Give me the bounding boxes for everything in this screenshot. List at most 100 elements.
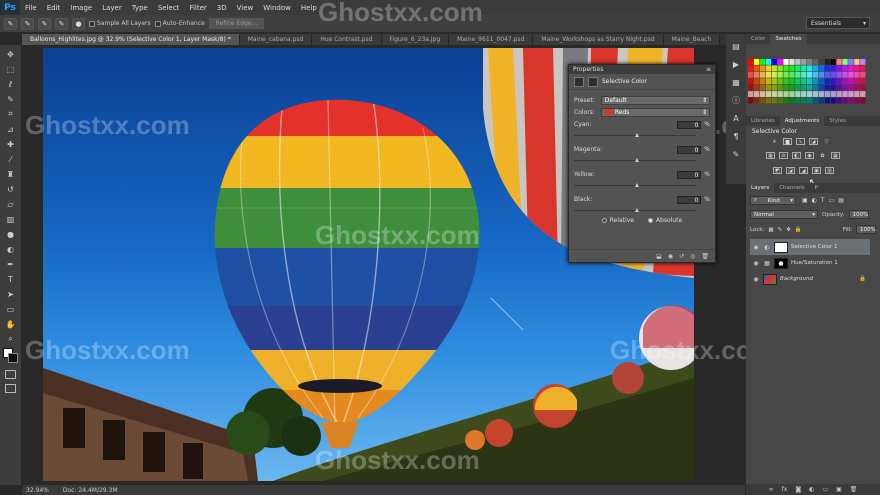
shape-tool-icon[interactable]: ▭ <box>4 303 18 315</box>
actions-icon[interactable]: ▶ <box>729 58 743 70</box>
color-swatch[interactable] <box>848 78 854 85</box>
color-swatch[interactable] <box>812 59 819 65</box>
color-lookup-icon[interactable]: ▦ <box>831 152 840 159</box>
color-swatch[interactable] <box>854 84 860 91</box>
preset-select[interactable]: Default ⇕ <box>600 95 710 105</box>
black-slider-thumb[interactable] <box>635 208 639 212</box>
color-swatch[interactable] <box>748 59 754 65</box>
posterize-icon[interactable]: ◪ <box>786 167 795 174</box>
layer-row-background[interactable]: ◉ Background 🔒 <box>750 271 870 287</box>
colors-select[interactable]: Reds ⇕ <box>600 107 710 117</box>
fill-input[interactable]: 100% <box>856 225 876 234</box>
quick-selection-preset-icon[interactable]: ✎ <box>4 17 17 30</box>
adjustment-filter-icon[interactable]: ◐ <box>812 197 817 204</box>
color-swatch[interactable] <box>801 91 807 97</box>
layer-style-icon[interactable]: fx <box>782 486 788 493</box>
color-swatch[interactable] <box>812 91 819 97</box>
color-swatch[interactable] <box>789 78 795 85</box>
menu-type[interactable]: Type <box>127 4 153 12</box>
color-swatch[interactable] <box>824 59 830 65</box>
color-swatch[interactable] <box>818 65 825 72</box>
add-mask-icon[interactable]: ◙ <box>795 486 801 493</box>
color-swatch[interactable] <box>759 91 766 97</box>
color-swatch[interactable] <box>765 59 771 65</box>
pen-tool-icon[interactable]: ✒ <box>4 258 18 270</box>
color-swatch[interactable] <box>759 97 766 104</box>
color-swatch[interactable] <box>771 78 777 85</box>
color-swatch[interactable] <box>789 91 795 97</box>
hand-tool-icon[interactable]: ✋ <box>4 318 18 330</box>
shape-filter-icon[interactable]: ▭ <box>829 197 835 204</box>
yellow-slider-thumb[interactable] <box>635 183 639 187</box>
color-swatch[interactable] <box>860 97 866 104</box>
yellow-value-input[interactable]: 0 <box>677 170 702 179</box>
color-swatch[interactable] <box>842 91 848 97</box>
sample-all-layers-checkbox[interactable]: Sample All Layers <box>89 20 151 27</box>
menu-layer[interactable]: Layer <box>97 4 127 12</box>
brush-settings-icon[interactable]: ✎ <box>729 148 743 160</box>
color-swatch[interactable] <box>759 71 766 78</box>
type-filter-icon[interactable]: T <box>821 197 825 204</box>
color-swatch[interactable] <box>848 84 854 91</box>
lock-position-icon[interactable]: ✥ <box>786 227 791 233</box>
history-icon[interactable]: ▤ <box>729 40 743 52</box>
color-swatch[interactable] <box>748 91 754 97</box>
color-swatch[interactable] <box>818 78 825 85</box>
cyan-slider-thumb[interactable] <box>635 133 639 137</box>
color-swatch[interactable] <box>777 97 783 104</box>
zoom-tool-icon[interactable]: ⌕ <box>4 333 18 345</box>
color-swatch[interactable] <box>818 71 825 78</box>
view-previous-icon[interactable]: ◉ <box>668 253 673 260</box>
color-swatch[interactable] <box>765 65 771 72</box>
add-to-selection-icon[interactable]: ✎ <box>38 17 51 30</box>
color-swatch[interactable] <box>860 59 866 65</box>
quick-mask-icon[interactable] <box>5 370 16 379</box>
blend-mode-select[interactable]: Normal ▾ <box>750 210 818 219</box>
color-swatch[interactable] <box>777 91 783 97</box>
clip-to-layer-icon[interactable]: ⬓ <box>656 253 662 260</box>
type-tool-icon[interactable]: T <box>4 273 18 285</box>
color-swatch[interactable] <box>836 97 842 104</box>
brush-tool-icon[interactable]: ⁄ <box>4 153 18 165</box>
eye-icon[interactable]: ◉ <box>752 260 760 267</box>
color-swatch[interactable] <box>795 84 801 91</box>
color-swatch[interactable] <box>836 91 842 97</box>
color-swatch[interactable] <box>812 78 819 85</box>
color-swatch[interactable] <box>860 78 866 85</box>
hue-saturation-icon[interactable]: ▦ <box>766 152 775 159</box>
color-swatch[interactable] <box>854 78 860 85</box>
menu-image[interactable]: Image <box>65 4 97 12</box>
color-swatch[interactable] <box>812 84 819 91</box>
magenta-value-input[interactable]: 0 <box>677 145 702 154</box>
threshold-icon[interactable]: ◢ <box>799 167 808 174</box>
marquee-tool-icon[interactable]: ⬚ <box>4 63 18 75</box>
history-brush-tool-icon[interactable]: ↺ <box>4 183 18 195</box>
black-slider-track[interactable] <box>574 207 696 212</box>
color-swatch[interactable] <box>765 78 771 85</box>
tab-swatches[interactable]: Swatches <box>770 34 807 44</box>
document-tab[interactable]: Maine_9611_0047.psd <box>449 34 534 45</box>
swatches-grid[interactable] <box>748 59 866 104</box>
black-value-input[interactable]: 0 <box>677 195 702 204</box>
color-swatch[interactable] <box>824 65 830 72</box>
document-tab[interactable]: Maine_cabana.psd <box>239 34 313 45</box>
color-swatch[interactable] <box>801 59 807 65</box>
color-swatch[interactable] <box>842 97 848 104</box>
layer-thumbnail[interactable] <box>763 273 777 285</box>
color-swatch[interactable] <box>795 78 801 85</box>
color-swatch[interactable] <box>818 84 825 91</box>
properties-icon[interactable]: ▦ <box>729 76 743 88</box>
levels-icon[interactable]: ▆ <box>783 138 792 145</box>
subtract-selection-icon[interactable]: ✎ <box>55 17 68 30</box>
color-swatch[interactable] <box>854 65 860 72</box>
color-swatch[interactable] <box>801 71 807 78</box>
color-swatch[interactable] <box>777 59 783 65</box>
new-layer-icon[interactable]: ▣ <box>836 486 842 493</box>
color-swatch[interactable] <box>783 71 789 78</box>
color-swatch[interactable] <box>848 91 854 97</box>
relative-radio[interactable]: Relative <box>601 217 634 224</box>
color-swatch[interactable] <box>807 71 813 78</box>
tab-color[interactable]: Color <box>746 34 770 44</box>
photo-filter-icon[interactable]: ◉ <box>805 152 814 159</box>
color-swatch[interactable] <box>842 78 848 85</box>
